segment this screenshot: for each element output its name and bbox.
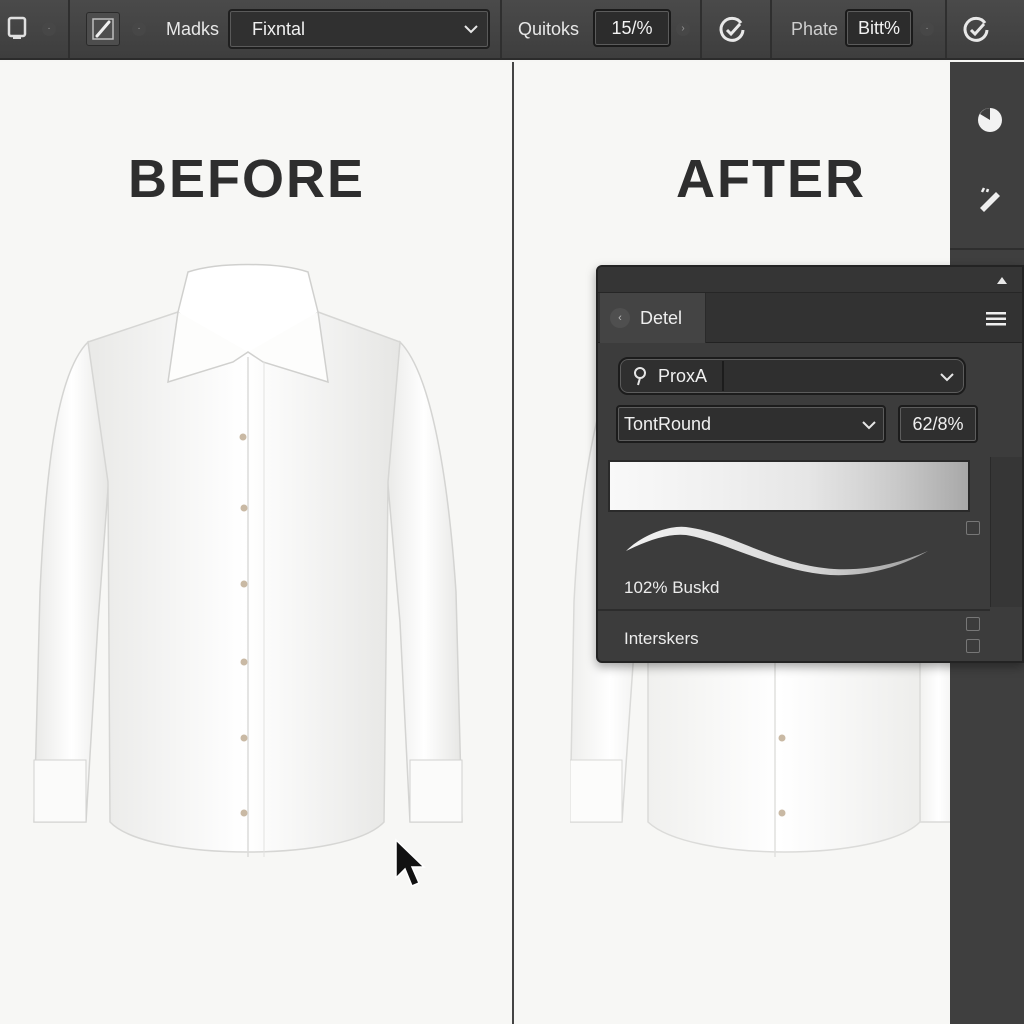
outlooks-stepper-icon[interactable]: › [676,22,690,36]
pin-icon [634,367,646,386]
panel-section-divider [598,609,990,611]
pen-tool-icon[interactable] [970,178,1010,218]
check-circle-icon[interactable] [960,14,992,46]
profile-select-value: ProxA [658,365,708,386]
toolbar-dot-icon: · [42,22,56,36]
panel-title-bar[interactable] [598,267,1022,293]
detail-panel: ‹ Detel ProxA TontRound 62/8% 102% Buskd… [596,265,1024,663]
outlooks-value: 15/% [611,17,653,38]
section-label: Interskers [624,629,699,648]
phate-value: Bitt% [857,17,900,38]
shirt-image-before [33,263,463,857]
phate-label: Phate [791,19,839,39]
stroke-caption: 102% Buskd [624,578,720,597]
toolbar-separator [770,0,772,58]
menu-icon[interactable] [986,312,1006,326]
brush-value-field[interactable]: 62/8% [898,405,978,443]
phate-stepper-icon[interactable]: · [920,22,934,36]
panel-scrollbar[interactable] [990,457,1022,607]
brush-icon[interactable] [86,12,120,46]
toolbar-separator [945,0,947,58]
top-toolbar: · · Madks Fixntal Quitoks 15/% › Phate B… [0,0,1024,60]
brush-stroke-preview [626,526,928,576]
profile-select-divider [722,361,724,391]
mouse-cursor-icon [395,838,426,887]
dropdown-chevron-icon [940,373,954,382]
pie-chart-icon[interactable] [970,100,1010,140]
gradient-ramp[interactable] [608,460,970,512]
before-heading: BEFORE [128,149,366,209]
stroke-options-icon[interactable] [966,521,980,535]
brush-type-value: TontRound [624,413,712,434]
tab-close-icon[interactable]: ‹ [610,308,630,328]
brush-type-select[interactable]: TontRound [616,405,886,443]
collapse-arrow-icon[interactable] [996,275,1008,285]
tool-strip-divider [950,248,1024,250]
outlooks-value-field[interactable]: 15/% [593,9,671,47]
before-pane[interactable]: BEFORE [0,62,512,1024]
section-delete-icon[interactable] [966,639,980,653]
tool-preset-icon[interactable] [4,14,30,42]
brush-value: 62/8% [912,413,964,434]
section-copy-icon[interactable] [966,617,980,631]
tab-detail-label: Detel [640,307,683,328]
after-heading: AFTER [676,149,866,209]
masks-label: Madks [166,19,220,39]
masks-select-value: Fixntal [252,18,306,39]
check-circle-icon[interactable] [716,14,748,46]
panel-tab-bar: ‹ Detel [598,293,1022,343]
tab-detail[interactable]: ‹ Detel [600,293,706,343]
toolbar-separator [700,0,702,58]
phate-value-field[interactable]: Bitt% [845,9,913,47]
outlooks-label: Quitoks [518,19,580,39]
toolbar-separator [68,0,70,58]
toolbar-separator [500,0,502,58]
dropdown-chevron-icon [862,421,876,430]
profile-select[interactable]: ProxA [618,357,966,395]
brush-options-icon[interactable]: · [132,22,146,36]
masks-select[interactable]: Fixntal [228,9,490,49]
dropdown-chevron-icon [464,25,478,34]
